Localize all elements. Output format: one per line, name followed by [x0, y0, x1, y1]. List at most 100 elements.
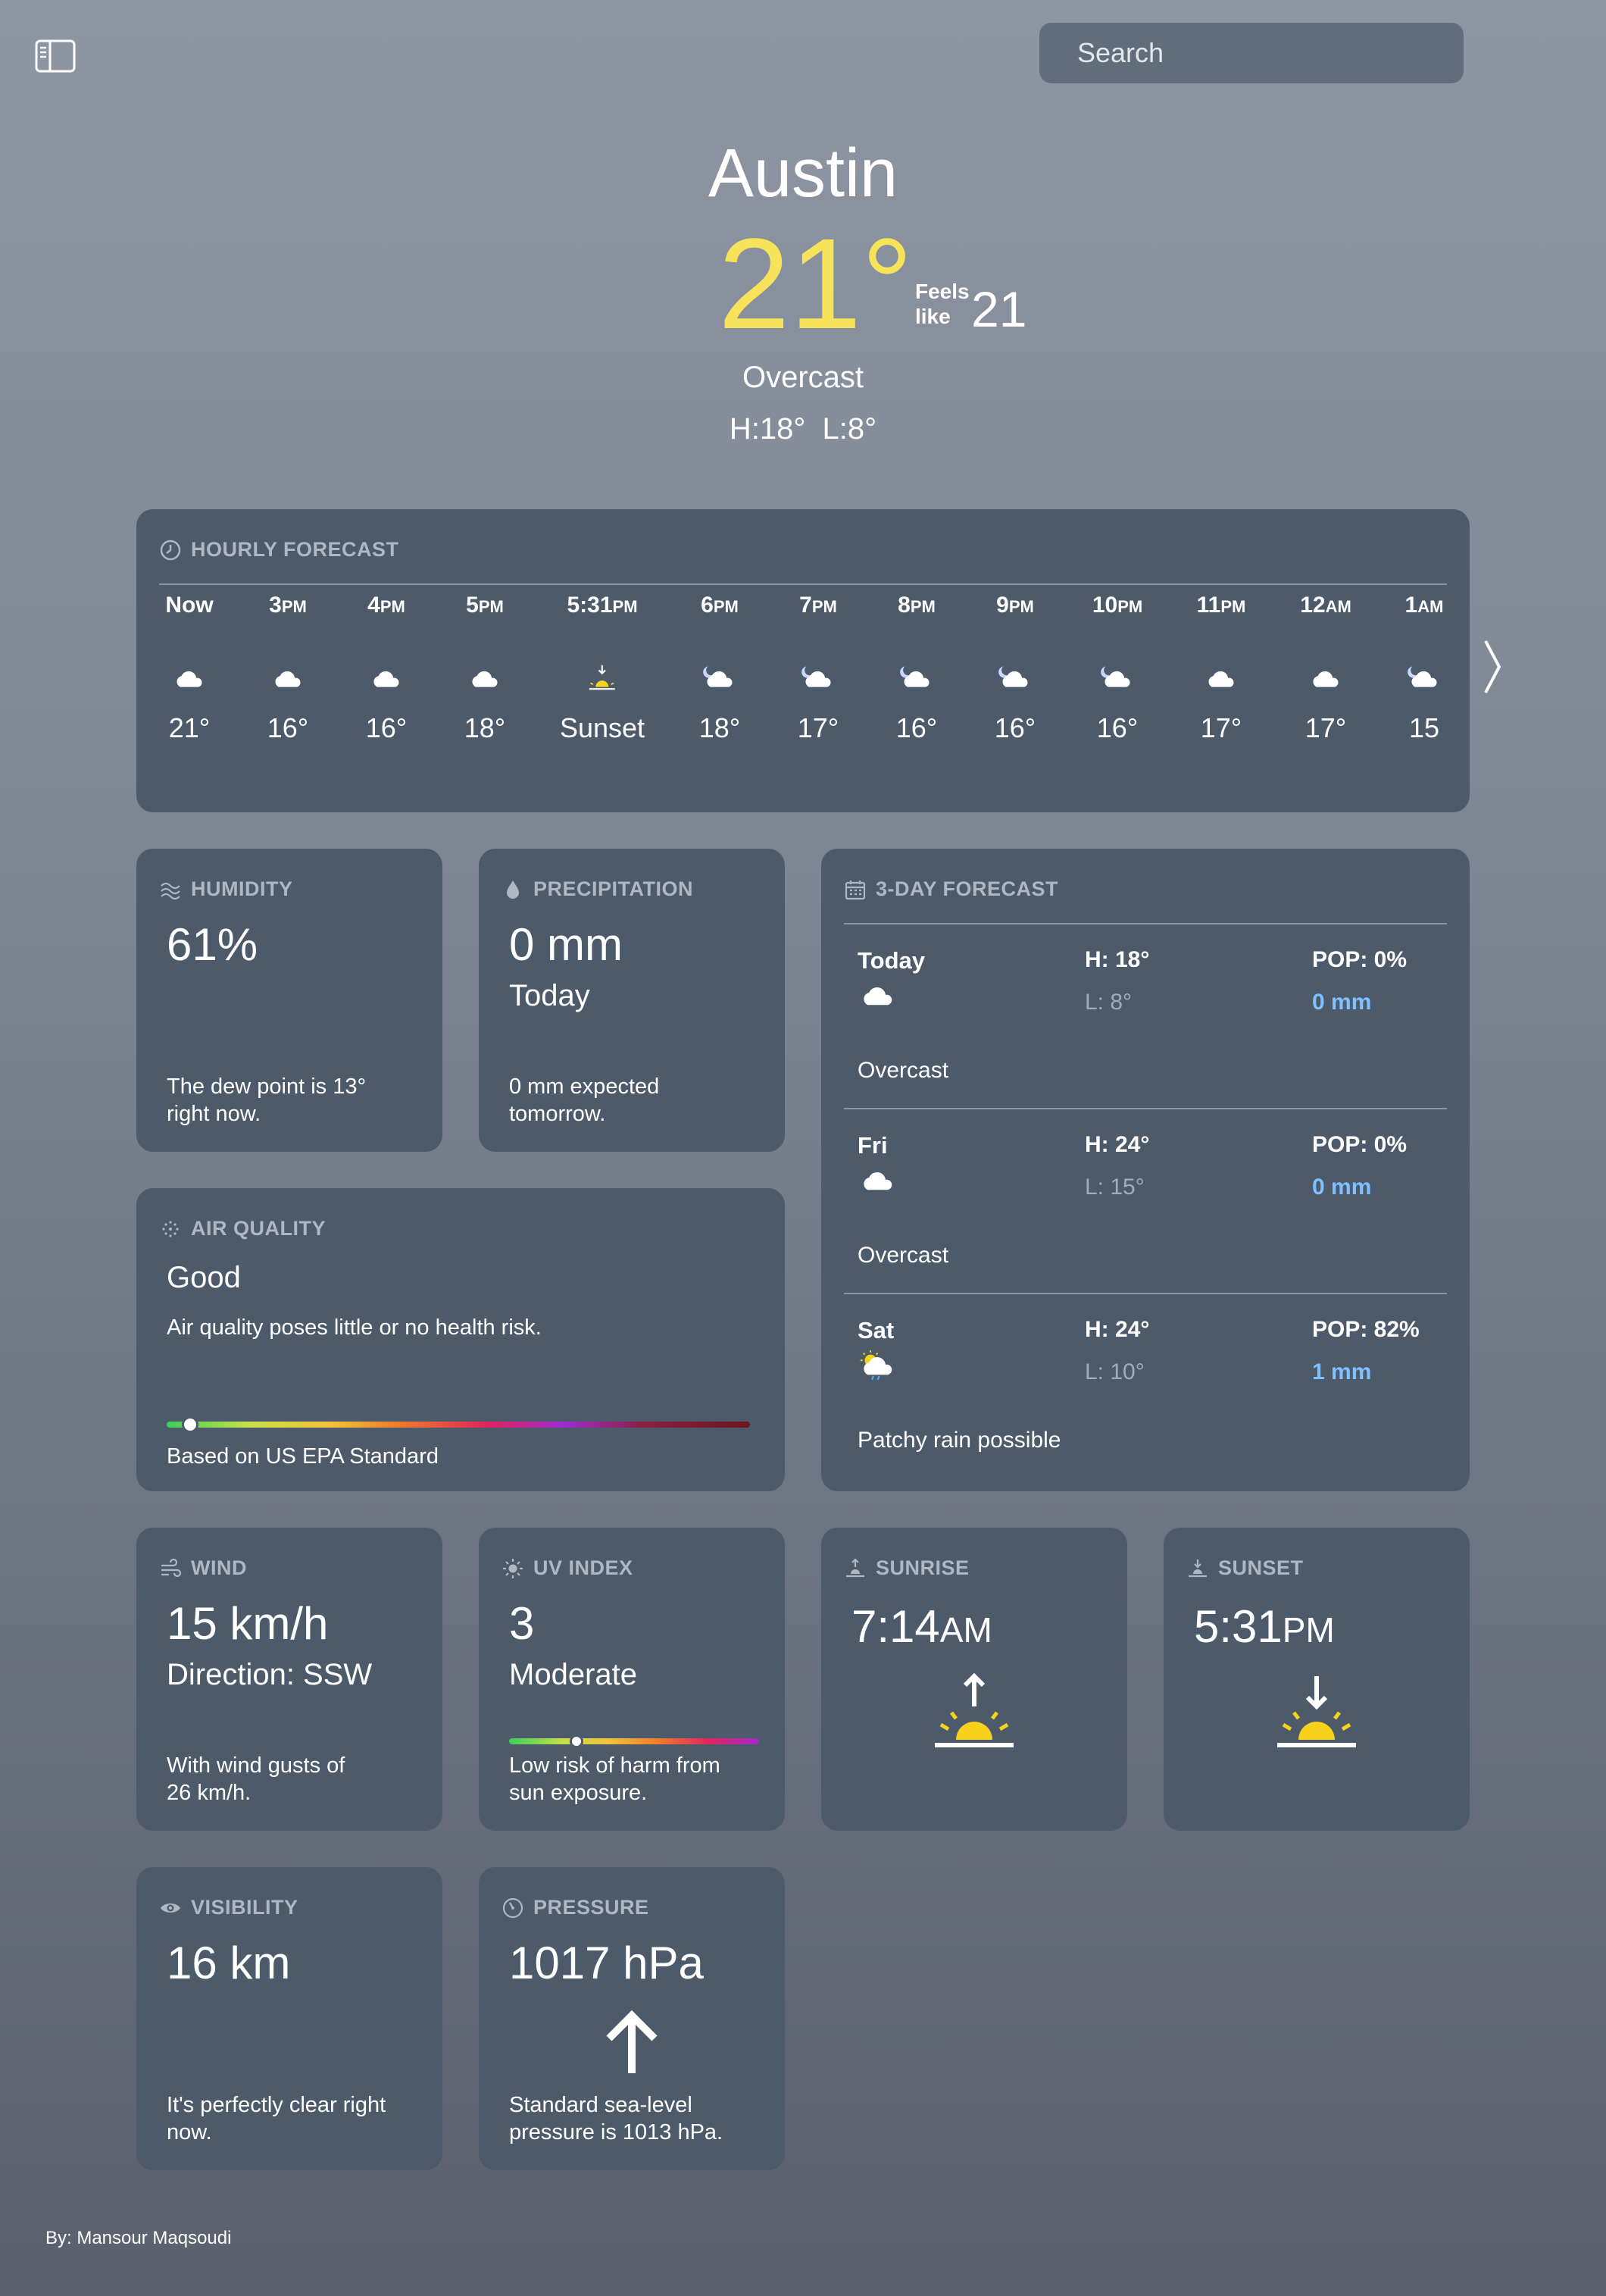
wind-card: WIND 15 km/h Direction: SSW With wind gu…	[136, 1528, 442, 1831]
sunset-time-value: 5:31	[1194, 1601, 1283, 1652]
three-day-forecast-title: 3-DAY FORECAST	[876, 877, 1059, 900]
forecast-icon	[858, 979, 898, 1015]
hourly-temperature: 16°	[267, 712, 309, 743]
hourly-temperature: 17°	[1200, 712, 1242, 743]
hourly-temperature: 16°	[1096, 712, 1139, 743]
forecast-condition: Overcast	[858, 1058, 949, 1083]
hourly-item: 11PM 17°	[1172, 593, 1270, 744]
hourly-icon	[553, 652, 651, 705]
visibility-card: VISIBILITY 16 km It's perfectly clear ri…	[136, 1867, 442, 2170]
forecast-high: H: 24°	[1085, 1132, 1150, 1157]
sunset-title: SUNSET	[1218, 1556, 1304, 1579]
hourly-temperature: 16°	[994, 712, 1036, 743]
uv-index-value: 3	[509, 1598, 535, 1649]
hourly-time-suffix: PM	[281, 597, 307, 616]
wind-speed: 15 km/h	[167, 1598, 329, 1649]
hourly-time-suffix: PM	[478, 597, 504, 616]
hourly-temperature: 18°	[698, 712, 741, 743]
sunrise-icon	[935, 1672, 1014, 1747]
pressure-value: 1017 hPa	[509, 1938, 704, 1988]
hourly-time: 3PM	[269, 593, 307, 618]
uv-description-line-1: Low risk of harm from	[509, 1753, 720, 1778]
hourly-temperature: 17°	[797, 712, 839, 743]
moon-cloud-icon	[801, 666, 831, 687]
wind-description: With wind gusts of 26 km/h.	[167, 1752, 345, 1806]
precipitation-value: 0 mm	[509, 919, 623, 970]
air-quality-header: AIR QUALITY	[159, 1217, 326, 1240]
hourly-icon	[670, 652, 769, 705]
hourly-time: 11PM	[1196, 593, 1246, 618]
wind-icon	[161, 1558, 182, 1577]
forecast-pop: POP: 0%	[1312, 947, 1408, 972]
cloud-icon	[177, 671, 202, 687]
moon-cloud-icon	[900, 666, 930, 687]
hourly-time: 12AM	[1300, 593, 1351, 618]
hourly-time: 5:31PM	[567, 593, 638, 618]
hourly-icon	[1276, 652, 1375, 705]
cloud-icon	[472, 671, 498, 687]
precipitation-period: Today	[509, 979, 590, 1012]
hourly-time: 1AM	[1404, 593, 1444, 618]
footer-credit: By: Mansour Maqsoudi	[45, 2228, 232, 2248]
hourly-temperature: 21°	[168, 712, 211, 743]
forecast-high: H: 24°	[1085, 1317, 1150, 1342]
precipitation-card: PRECIPITATION 0 mm Today 0 mm expected t…	[479, 849, 785, 1152]
forecast-low: L: 8°	[1085, 990, 1133, 1015]
forecast-pop: POP: 0%	[1312, 1132, 1408, 1157]
visibility-description-line-2: now.	[167, 2120, 212, 2144]
precipitation-description-line-1: 0 mm expected	[509, 1074, 660, 1099]
forecast-condition: Patchy rain possible	[858, 1428, 1061, 1453]
cloud-icon	[864, 987, 892, 1006]
cloud-icon	[1313, 671, 1339, 687]
chevron-right-icon[interactable]	[1481, 638, 1504, 696]
wind-title: WIND	[191, 1556, 247, 1579]
sunset-card: SUNSET 5:31PM	[1164, 1528, 1470, 1831]
uv-index-card: UV INDEX 3 Moderate Low risk of harm fro…	[479, 1528, 785, 1831]
sunrise-title: SUNRISE	[876, 1556, 970, 1579]
hourly-divider	[159, 583, 1447, 585]
cloud-icon	[275, 671, 301, 687]
sidebar-toggle-button[interactable]	[35, 39, 76, 73]
visibility-header: VISIBILITY	[159, 1896, 298, 1919]
uv-scale-bar	[509, 1738, 759, 1744]
hourly-time: 8PM	[898, 593, 936, 618]
eye-icon	[161, 1903, 180, 1913]
hourly-item: Now 21°	[140, 593, 239, 744]
three-day-forecast-card: 3-DAY FORECAST Today H: 18° L: 8° POP: 0% 0 …	[821, 849, 1470, 1491]
humidity-header: HUMIDITY	[159, 877, 293, 901]
cloud-icon	[864, 1171, 892, 1190]
hourly-time-suffix: PM	[713, 597, 739, 616]
uv-indicator	[570, 1735, 584, 1748]
forecast-low: L: 10°	[1085, 1359, 1145, 1384]
forecast-row: Today H: 18° L: 8° POP: 0% 0 mm Overcast	[821, 947, 1470, 1129]
air-quality-icon	[162, 1220, 179, 1237]
humidity-value: 61%	[167, 919, 258, 970]
humidity-icon	[161, 882, 180, 899]
hourly-item: 1AM 15	[1375, 593, 1470, 744]
sunset-icon	[1277, 1676, 1356, 1747]
hourly-item: 3PM 16°	[239, 593, 337, 744]
hourly-item: 5PM 18°	[436, 593, 534, 744]
precipitation-header: PRECIPITATION	[501, 877, 693, 901]
hourly-time-suffix: PM	[1117, 597, 1143, 616]
hourly-time: 7PM	[799, 593, 837, 618]
feels-like-label: Feels like	[915, 279, 970, 329]
air-quality-scale-bar	[167, 1422, 750, 1428]
moon-cloud-icon	[1101, 666, 1130, 687]
forecast-precipitation: 0 mm	[1312, 1175, 1372, 1200]
forecast-day: Fri	[858, 1132, 888, 1159]
high-low-temperature: H:18° L:8°	[729, 412, 877, 446]
hourly-icon	[436, 652, 534, 705]
feels-like-label-line-1: Feels	[915, 280, 970, 303]
pressure-description-line-2: pressure is 1013 hPa.	[509, 2120, 723, 2144]
sunrise-card: SUNRISE 7:14AM	[821, 1528, 1127, 1831]
search-input[interactable]	[1039, 23, 1464, 83]
air-quality-standard: Based on US EPA Standard	[167, 1444, 439, 1469]
humidity-description-line-1: The dew point is 13°	[167, 1074, 367, 1099]
sunrise-time-suffix: AM	[939, 1610, 992, 1650]
hourly-forecast-title: HOURLY FORECAST	[191, 538, 399, 561]
hourly-time: 9PM	[996, 593, 1034, 618]
sunset-small-icon	[1189, 1559, 1207, 1577]
hourly-icon	[769, 652, 867, 705]
current-condition: Overcast	[742, 361, 864, 394]
